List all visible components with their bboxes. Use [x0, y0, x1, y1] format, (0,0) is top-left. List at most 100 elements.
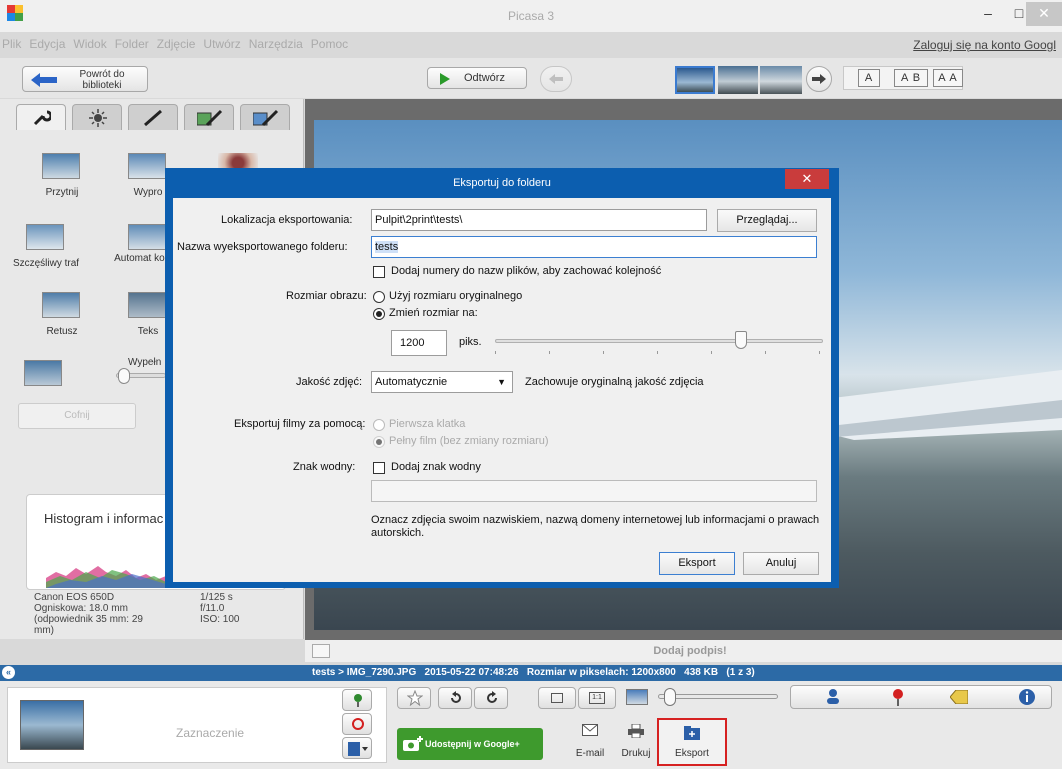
watermark-text-field[interactable]: [371, 480, 817, 502]
folder-name-value: tests: [375, 241, 399, 253]
export-location-field[interactable]: Pulpit\2print\tests\: [371, 209, 707, 231]
movie-first-frame-radio[interactable]: [373, 419, 385, 431]
browse-button[interactable]: Przeglądaj...: [717, 209, 817, 232]
caption-mode-aa[interactable]: A A: [933, 69, 963, 87]
camera-plus-icon: [403, 736, 423, 751]
hold-selection-button[interactable]: [342, 689, 372, 711]
envelope-icon: [582, 724, 598, 736]
size-resize-label: Zmień rozmiar na:: [389, 307, 478, 319]
menu-edycja[interactable]: Edycja: [29, 34, 65, 54]
collapse-icon[interactable]: «: [2, 666, 15, 679]
zoom-slider-thumb[interactable]: [664, 688, 676, 706]
exif-iso: ISO: 100: [200, 614, 240, 625]
person-icon[interactable]: [825, 688, 841, 704]
caption-placeholder[interactable]: Dodaj podpis!: [540, 645, 840, 657]
tag-icon[interactable]: [950, 690, 968, 704]
actual-size-button[interactable]: 1:1: [578, 687, 616, 709]
tab-effects-1[interactable]: [128, 104, 178, 130]
menu-utworz[interactable]: Utwórz: [203, 34, 240, 54]
menu-plik[interactable]: Plik: [2, 34, 21, 54]
thumbnail-2[interactable]: [718, 66, 758, 94]
album-icon: [348, 742, 368, 756]
tab-basic-fixes[interactable]: [16, 104, 66, 130]
rotate-left-icon: [451, 691, 461, 703]
play-slideshow-button[interactable]: Odtwórz: [427, 67, 527, 89]
size-resize-radio[interactable]: [373, 308, 385, 320]
caption-mode-ab[interactable]: A B: [894, 69, 928, 87]
status-bar: « tests > IMG_7290.JPG 2015-05-22 07:48:…: [0, 665, 1062, 681]
zoom-slider[interactable]: [658, 694, 778, 699]
fill-light-slider-thumb[interactable]: [118, 368, 130, 384]
photo-quality-select[interactable]: Automatycznie ▼: [371, 371, 513, 393]
dialog-close-button[interactable]: ✕: [785, 169, 829, 189]
add-to-album-button[interactable]: [342, 737, 372, 759]
movie-first-frame-label: Pierwsza klatka: [389, 418, 466, 430]
caption-edit-icon[interactable]: [312, 644, 330, 658]
star-button[interactable]: [397, 687, 431, 709]
thumbnail-1[interactable]: [675, 66, 715, 94]
size-original-radio[interactable]: [373, 291, 385, 303]
resize-slider-track[interactable]: [495, 339, 823, 343]
resize-slider-thumb[interactable]: [735, 331, 747, 349]
movie-full-radio[interactable]: [373, 436, 385, 448]
image-size-label: Rozmiar obrazu:: [286, 290, 367, 302]
undo-button[interactable]: Cofnij: [18, 403, 136, 429]
pixels-unit-label: piks.: [459, 336, 482, 348]
brush-green-icon: [197, 109, 223, 127]
slider-tick: [495, 351, 496, 354]
straighten-preview-icon: [128, 153, 166, 179]
print-label: Drukuj: [621, 748, 651, 759]
next-photo-button[interactable]: [806, 66, 832, 92]
tool-lucky[interactable]: Szczęśliwy traf: [6, 224, 86, 284]
watermark-label: Znak wodny:: [293, 461, 356, 473]
lucky-preview-icon: [26, 224, 64, 250]
previous-photo-button[interactable]: [540, 66, 572, 92]
slider-tick: [549, 351, 550, 354]
info-icon[interactable]: [1018, 688, 1036, 706]
rotate-left-button[interactable]: [438, 687, 472, 709]
add-numbers-checkbox[interactable]: [373, 266, 385, 278]
exif-focal: Ogniskowa: 18.0 mm: [34, 603, 128, 614]
folder-name-field[interactable]: tests: [371, 236, 817, 258]
menu-zdjecie[interactable]: Zdjęcie: [157, 34, 196, 54]
tool-crop[interactable]: Przytnij: [22, 153, 102, 213]
share-google-plus-button[interactable]: Udostępnij w Google+: [397, 728, 543, 760]
fit-view-button[interactable]: [538, 687, 576, 709]
tab-effects-3[interactable]: [240, 104, 290, 130]
slider-tick: [765, 351, 766, 354]
close-window-button[interactable]: ✕: [1026, 2, 1062, 26]
menu-pomoc[interactable]: Pomoc: [311, 34, 348, 54]
fill-light-label: Wypełn: [128, 357, 162, 368]
share-google-plus-label: Udostępnij w Google+: [425, 739, 520, 749]
export-button[interactable]: Eksport: [657, 718, 727, 766]
login-link[interactable]: Zaloguj się na konto Googl: [913, 38, 1056, 52]
tool-crop-label: Przytnij: [45, 187, 79, 198]
export-confirm-button[interactable]: Eksport: [659, 552, 735, 575]
caption-mode-a[interactable]: A: [858, 69, 880, 87]
tool-lucky-label: Szczęśliwy traf: [12, 258, 80, 269]
back-to-library-button[interactable]: Powrót do biblioteki: [22, 66, 148, 92]
add-watermark-label: Dodaj znak wodny: [391, 461, 481, 473]
histogram-title: Histogram i informac: [44, 511, 164, 526]
export-folder-icon: [684, 726, 700, 740]
tab-effects-2[interactable]: [184, 104, 234, 130]
tab-tuning[interactable]: [72, 104, 122, 130]
menu-widok[interactable]: Widok: [73, 34, 106, 54]
resize-pixels-field[interactable]: 1200: [391, 330, 447, 356]
add-watermark-checkbox[interactable]: [373, 462, 385, 474]
tray-thumbnail[interactable]: [20, 700, 84, 750]
menu-narzedzia[interactable]: Narzędzia: [249, 34, 303, 54]
clear-selection-button[interactable]: [342, 713, 372, 735]
exif-aperture: f/11.0: [200, 603, 225, 614]
cancel-button[interactable]: Anuluj: [743, 552, 819, 575]
print-button[interactable]: Drukuj: [616, 724, 656, 766]
retouch-preview-icon: [42, 292, 80, 318]
thumbnail-3[interactable]: [760, 66, 802, 94]
email-button[interactable]: E-mail: [570, 724, 610, 766]
tool-retouch[interactable]: Retusz: [22, 292, 102, 352]
photo-quality-label: Jakość zdjęć:: [296, 376, 363, 388]
histogram-graph: [46, 566, 166, 588]
menu-folder[interactable]: Folder: [115, 34, 149, 54]
rotate-right-button[interactable]: [474, 687, 508, 709]
map-pin-icon[interactable]: [891, 688, 905, 706]
